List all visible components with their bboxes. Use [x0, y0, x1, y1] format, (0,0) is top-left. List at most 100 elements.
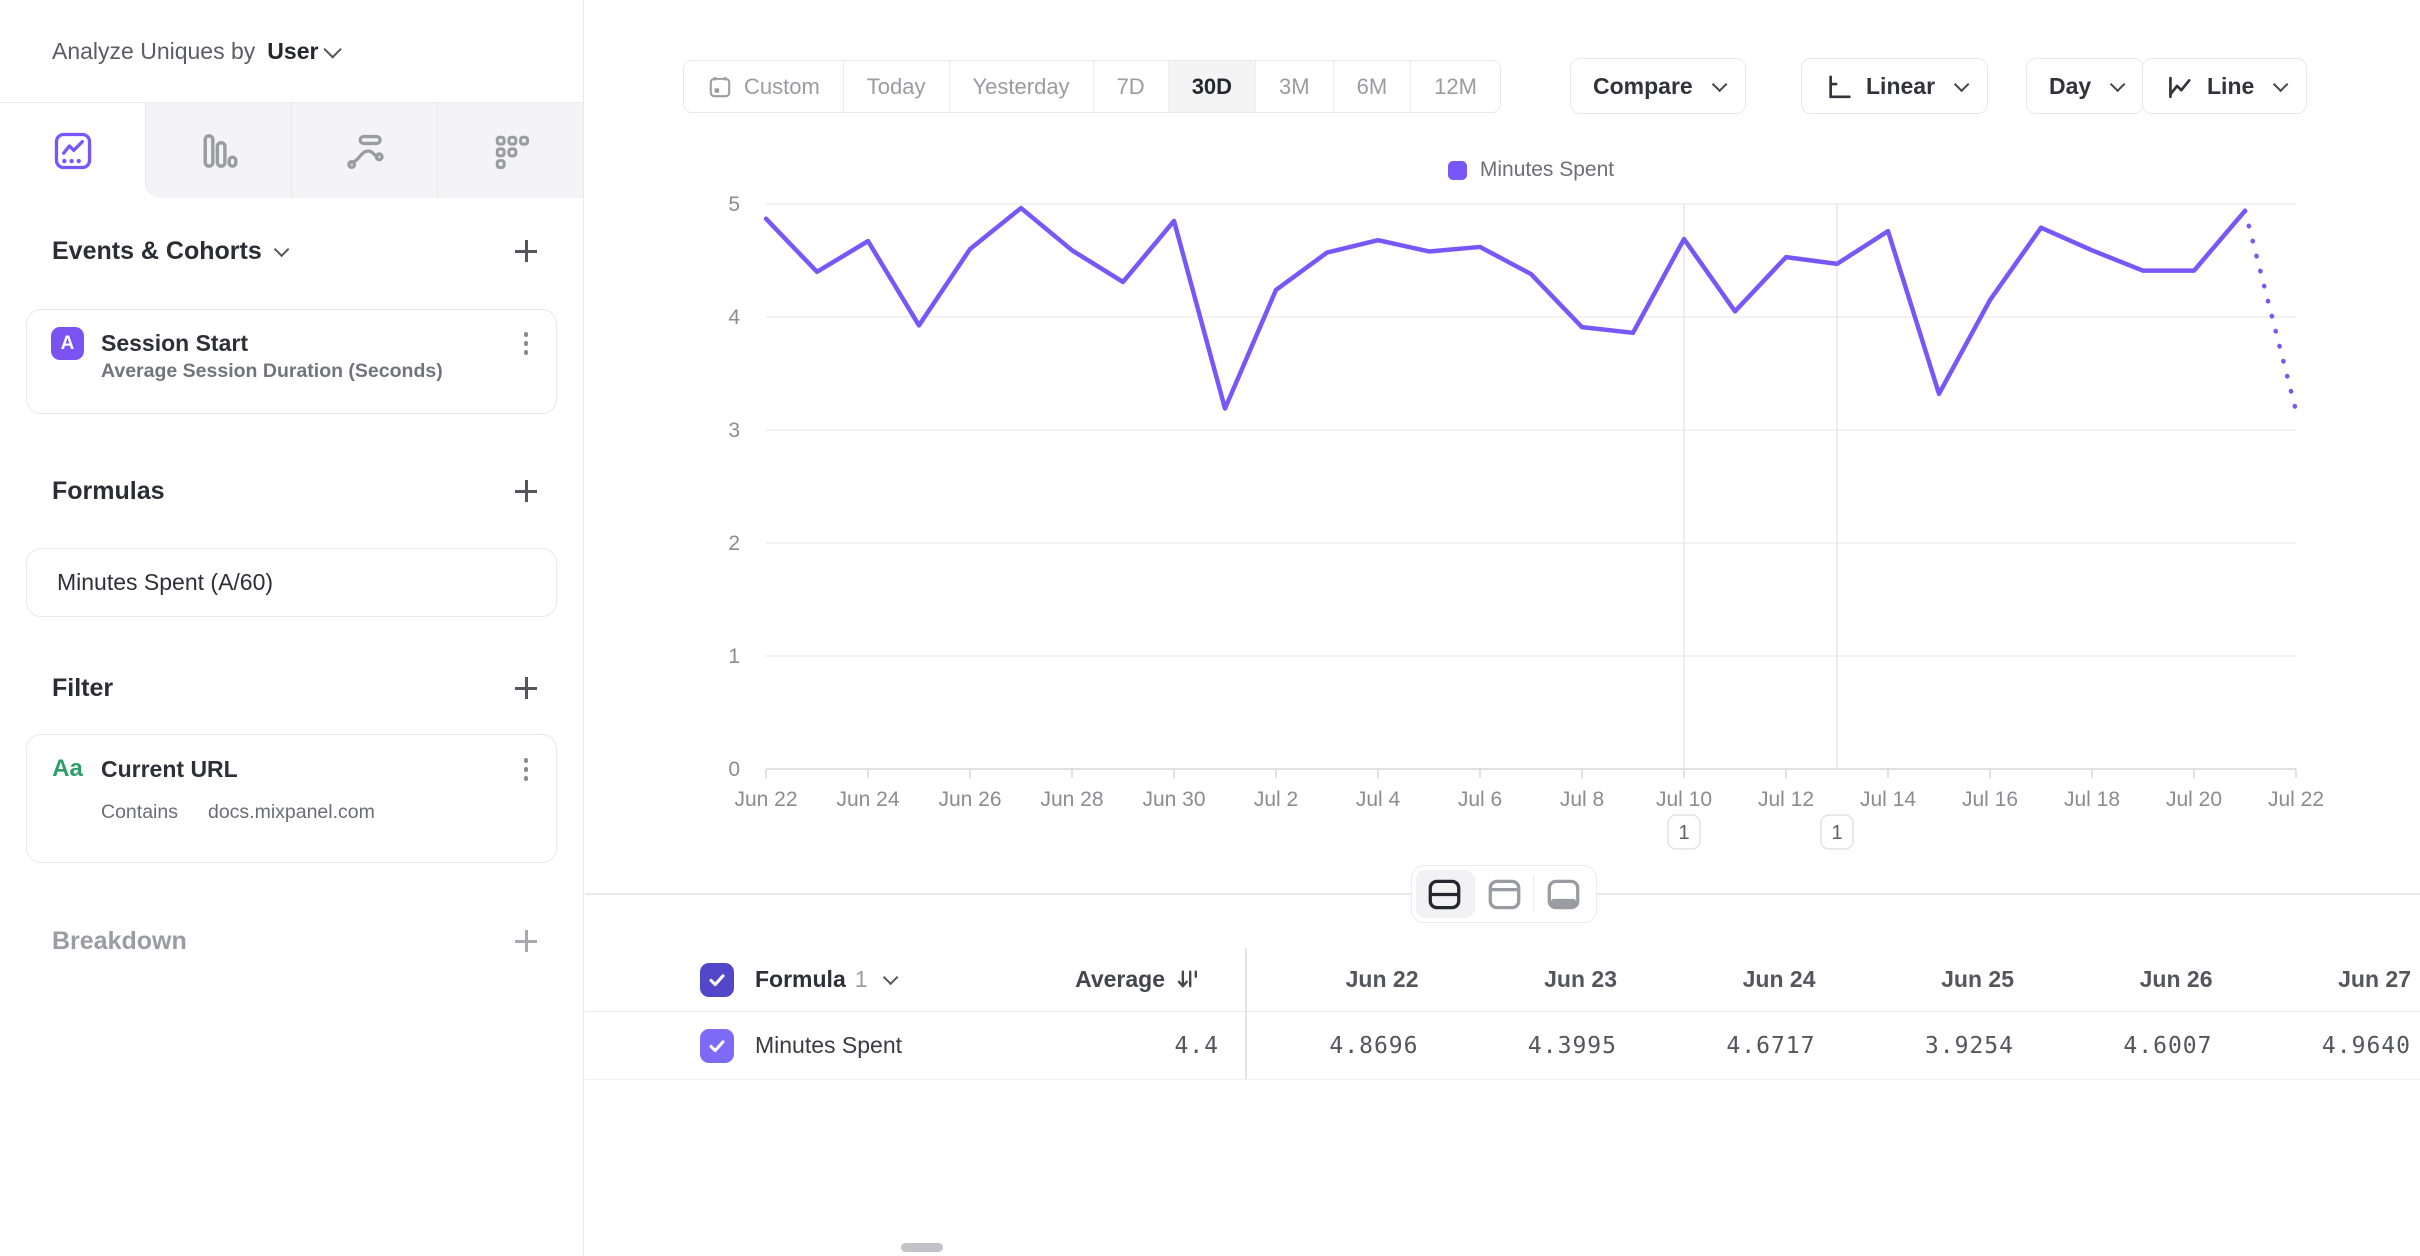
add-event-button[interactable] — [511, 236, 541, 266]
annotation-count: 1 — [1678, 822, 1689, 844]
flows-icon — [343, 129, 387, 173]
x-axis-label: Jul 18 — [2064, 788, 2120, 811]
view-table-only-button[interactable] — [1534, 870, 1592, 918]
insights-chart-icon — [50, 128, 96, 174]
y-axis-label: 1 — [728, 645, 740, 668]
table-view-icon — [1546, 878, 1581, 911]
y-axis-label: 5 — [728, 193, 740, 216]
event-options-menu-icon[interactable] — [520, 328, 533, 359]
add-breakdown-button[interactable] — [511, 926, 541, 956]
interval-selector-button[interactable]: Day — [2026, 58, 2144, 114]
table-column-header[interactable]: Jun 22 — [1220, 948, 1419, 1011]
formula-column-header[interactable]: Formula 1 — [755, 948, 894, 1011]
x-axis-label: Jun 22 — [734, 788, 797, 811]
table-column-header[interactable]: Jun 24 — [1617, 948, 1816, 1011]
chart-type-selector-button[interactable]: Line — [2142, 58, 2307, 114]
analyze-uniques-select[interactable]: User — [267, 38, 337, 65]
chart-legend[interactable]: Minutes Spent — [766, 158, 2296, 182]
x-axis-label: Jul 14 — [1860, 788, 1916, 811]
table-column-header[interactable]: Jun 23 — [1419, 948, 1618, 1011]
table-column-header[interactable]: Jun 27 — [2213, 948, 2412, 1011]
y-axis-label: 4 — [728, 306, 740, 329]
date-range-yesterday[interactable]: Yesterday — [949, 61, 1093, 112]
chevron-down-icon — [1712, 76, 1728, 92]
average-column-header[interactable]: Average — [1075, 948, 1202, 1011]
event-card-session-start[interactable]: A Session Start Average Session Duration… — [26, 309, 557, 414]
add-filter-button[interactable] — [511, 673, 541, 703]
events-cohorts-header: Events & Cohorts — [52, 226, 541, 276]
add-formula-button[interactable] — [511, 476, 541, 506]
x-axis-label: Jun 26 — [938, 788, 1001, 811]
y-axis-label: 3 — [728, 419, 740, 442]
event-letter-badge: A — [51, 327, 84, 360]
legend-swatch — [1448, 161, 1467, 180]
series-checkbox[interactable] — [700, 1029, 734, 1063]
view-split-button[interactable] — [1416, 870, 1474, 918]
y-axis-label: 2 — [728, 532, 740, 555]
chevron-down-icon — [274, 241, 290, 257]
date-range-3m[interactable]: 3M — [1255, 61, 1333, 112]
x-axis-label: Jun 24 — [836, 788, 899, 811]
date-range-6m[interactable]: 6M — [1333, 61, 1411, 112]
scale-selector-button[interactable]: Linear — [1801, 58, 1988, 114]
table-column-header[interactable]: Jun 26 — [2014, 948, 2213, 1011]
formulas-header: Formulas — [52, 466, 541, 516]
report-main: CustomTodayYesterday7D30D3M6M12M Compare… — [585, 0, 2420, 1256]
x-axis-label: Jul 10 — [1656, 788, 1712, 811]
analyze-uniques-row: Analyze Uniques by User — [0, 0, 583, 102]
date-range-today[interactable]: Today — [843, 61, 949, 112]
events-cohorts-title[interactable]: Events & Cohorts — [52, 237, 285, 266]
filter-options-menu-icon[interactable] — [520, 754, 533, 785]
table-cell-value: 4.8696 — [1220, 1013, 1419, 1079]
legend-label: Minutes Spent — [1480, 158, 1614, 182]
formulas-title: Formulas — [52, 477, 165, 506]
select-all-checkbox[interactable] — [700, 963, 734, 997]
line-chart[interactable]: 01234511Jun 22Jun 24Jun 26Jun 28Jun 30Ju… — [585, 190, 2420, 870]
x-axis-label: Jul 16 — [1962, 788, 2018, 811]
event-name: Session Start — [101, 330, 248, 357]
date-range-custom[interactable]: Custom — [684, 61, 843, 112]
date-range-7d[interactable]: 7D — [1093, 61, 1168, 112]
horizontal-scrollbar-thumb[interactable] — [901, 1243, 943, 1252]
x-axis-label: Jul 20 — [2166, 788, 2222, 811]
chevron-down-icon — [1954, 76, 1970, 92]
string-property-icon: Aa — [51, 755, 84, 783]
filter-card-current-url[interactable]: Aa Current URL Contains docs.mixpanel.co… — [26, 734, 557, 863]
table-column-header[interactable]: Jun 25 — [1816, 948, 2015, 1011]
insights-report: Analyze Uniques by User — [0, 0, 2420, 1256]
breakdown-title: Breakdown — [52, 927, 187, 956]
x-axis-label: Jun 30 — [1142, 788, 1205, 811]
x-axis-label: Jul 4 — [1356, 788, 1401, 811]
linear-axis-icon — [1824, 72, 1853, 101]
tab-flows[interactable] — [291, 103, 437, 198]
table-cell-value: 4.9640 — [2213, 1013, 2412, 1079]
tab-bar-chart[interactable] — [145, 103, 291, 198]
y-axis-label: 0 — [728, 758, 740, 781]
series-line-minutes-spent[interactable] — [766, 208, 2245, 408]
date-range-12m[interactable]: 12M — [1410, 61, 1500, 112]
formula-card[interactable]: Minutes Spent (A/60) — [26, 548, 557, 617]
table-header-row: Formula 1 Average Jun 22Jun 23Jun 24Jun … — [585, 948, 2420, 1012]
calendar-icon — [707, 74, 733, 100]
date-range-30d[interactable]: 30D — [1168, 61, 1255, 112]
event-aggregation[interactable]: Average Session Duration (Seconds) — [101, 360, 532, 383]
table-cell-value: 4.6717 — [1617, 1013, 1816, 1079]
view-toggle — [1411, 865, 1597, 923]
chevron-down-icon — [2110, 76, 2126, 92]
table-cell-value: 3.9254 — [1816, 1013, 2015, 1079]
compare-button[interactable]: Compare — [1570, 58, 1746, 114]
filter-header: Filter — [52, 663, 541, 713]
formula-expression: Minutes Spent (A/60) — [57, 569, 273, 596]
chart-view-icon — [1487, 878, 1522, 911]
filter-value[interactable]: docs.mixpanel.com — [208, 801, 375, 824]
metrics-grid-icon — [489, 129, 533, 173]
tab-insights-line[interactable] — [0, 103, 145, 198]
chevron-down-icon — [324, 40, 342, 58]
series-name[interactable]: Minutes Spent — [755, 1013, 902, 1079]
view-chart-only-button[interactable] — [1475, 870, 1533, 918]
tab-metrics[interactable] — [437, 103, 583, 198]
filter-operator[interactable]: Contains — [101, 801, 178, 824]
table-cell-value: 4.6007 — [2014, 1013, 2213, 1079]
breakdown-header: Breakdown — [52, 916, 541, 966]
x-axis-label: Jun 28 — [1040, 788, 1103, 811]
